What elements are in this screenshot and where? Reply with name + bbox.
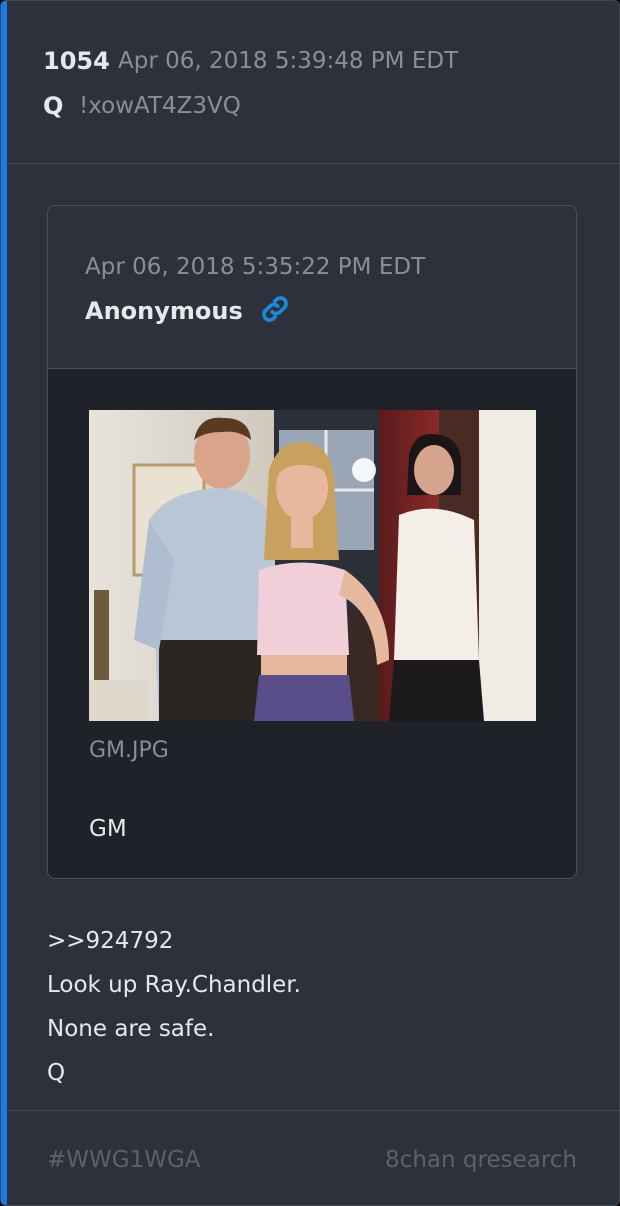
post-date: Apr 06, 2018 5:39:48 PM EDT — [118, 48, 459, 74]
photo-illustration — [89, 410, 536, 721]
body-line: None are safe. — [47, 1016, 215, 1042]
reply-link[interactable]: >>924792 — [47, 919, 301, 963]
poster-name: Q — [43, 92, 64, 120]
post-body: >>924792 Look up Ray.Chandler. None are … — [47, 919, 301, 1095]
post-header: 1054 Apr 06, 2018 5:39:48 PM EDT Q !xowA… — [7, 1, 619, 164]
hashtag: #WWG1WGA — [47, 1147, 201, 1173]
post-footer: #WWG1WGA 8chan qresearch — [7, 1110, 619, 1205]
quoted-post-message: GM — [89, 816, 127, 842]
body-line: Q — [47, 1060, 66, 1086]
quoted-post: Apr 06, 2018 5:35:22 PM EDT Anonymous GM… — [47, 205, 577, 879]
source-label: 8chan qresearch — [385, 1147, 577, 1173]
post-number: 1054 — [43, 47, 110, 75]
accent-bar — [1, 1, 7, 1205]
image-filename[interactable]: GM.JPG — [89, 738, 169, 763]
attached-photo[interactable] — [89, 410, 536, 721]
quoted-post-date: Apr 06, 2018 5:35:22 PM EDT — [85, 254, 426, 280]
link-icon[interactable] — [258, 292, 292, 326]
quoted-post-header: Apr 06, 2018 5:35:22 PM EDT Anonymous — [48, 206, 576, 369]
quoted-post-author: Anonymous — [85, 297, 243, 325]
body-line: Look up Ray.Chandler. — [47, 972, 301, 998]
tripcode: !xowAT4Z3VQ — [79, 93, 241, 119]
post-card: 1054 Apr 06, 2018 5:39:48 PM EDT Q !xowA… — [0, 0, 620, 1206]
